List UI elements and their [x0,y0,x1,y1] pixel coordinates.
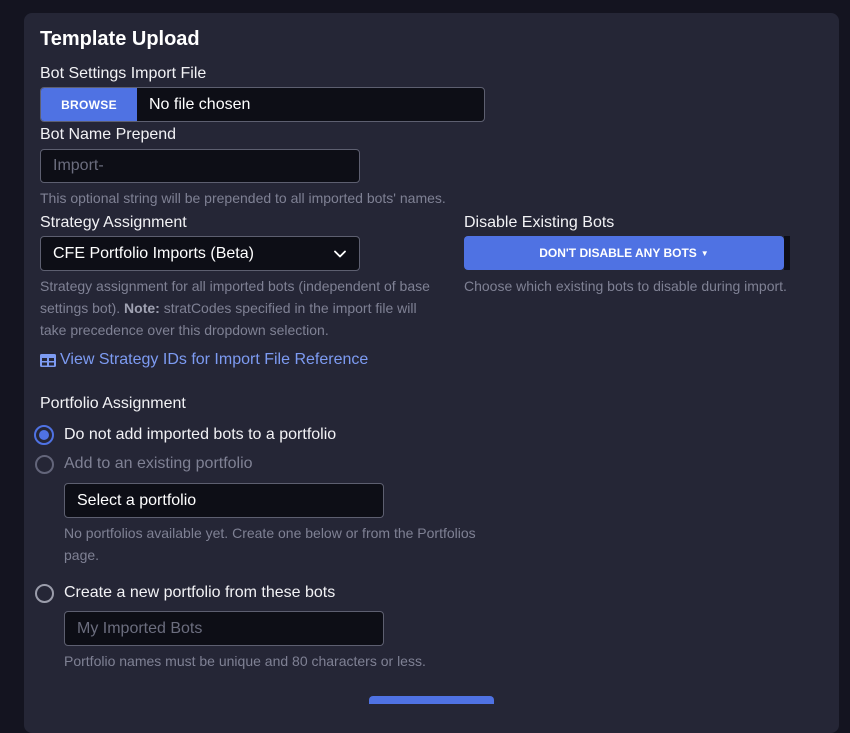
file-chosen-text: No file chosen [149,95,251,113]
portfolio-label: Portfolio Assignment [40,395,186,412]
prepend-label: Bot Name Prepend [40,126,177,143]
radio-selected-dot [39,430,49,440]
disable-button-label: DON'T DISABLE ANY BOTS [539,246,697,260]
submit-button[interactable] [369,696,494,704]
portfolio-select[interactable]: Select a portfolio [64,483,384,518]
view-strategy-ids-link[interactable]: View Strategy IDs for Import File Refere… [40,351,368,369]
new-portfolio-help: Portfolio names must be unique and 80 ch… [64,653,426,669]
strategy-help-line-3: take precedence over this dropdown selec… [40,322,329,338]
page-title: Template Upload [40,28,200,50]
new-portfolio-name-input[interactable]: My Imported Bots [64,611,384,646]
radio-existing-portfolio-label[interactable]: Add to an existing portfolio [64,455,253,473]
portfolio-select-value: Select a portfolio [77,491,197,509]
strategy-label: Strategy Assignment [40,214,187,231]
chevron-down-icon [333,247,347,261]
link-text[interactable]: View Strategy IDs for Import File Refere… [60,351,368,369]
radio-no-portfolio[interactable] [34,425,54,445]
prepend-input[interactable]: Import- [40,149,360,183]
button-edge [784,236,790,270]
new-portfolio-placeholder: My Imported Bots [77,619,203,637]
note-label: Note: [124,300,160,316]
strategy-select[interactable]: CFE Portfolio Imports (Beta) [40,236,360,271]
radio-no-portfolio-label[interactable]: Do not add imported bots to a portfolio [64,426,336,444]
file-input[interactable]: BROWSE No file chosen [40,87,485,122]
browse-button[interactable]: BROWSE [41,88,137,121]
radio-new-portfolio-label[interactable]: Create a new portfolio from these bots [64,584,335,602]
portfolio-select-help-line-1: No portfolios available yet. Create one … [64,525,476,541]
radio-existing-portfolio[interactable] [35,455,54,474]
portfolio-select-help-line-2: page. [64,547,100,563]
caret-down-icon: ▼ [700,248,709,258]
import-file-label: Bot Settings Import File [40,65,207,82]
prepend-help: This optional string will be prepended t… [40,190,446,206]
prepend-placeholder: Import- [53,157,104,174]
table-icon [40,353,56,367]
disable-help: Choose which existing bots to disable du… [464,278,787,294]
radio-new-portfolio[interactable] [35,584,54,603]
strategy-help-line-2: settings bot). Note: stratCodes specifie… [40,300,417,316]
strategy-help-line-1: Strategy assignment for all imported bot… [40,278,430,294]
portfolio-select-help: No portfolios available yet. Create one … [64,522,494,566]
disable-label: Disable Existing Bots [464,214,615,231]
strategy-selected-value: CFE Portfolio Imports (Beta) [53,244,254,262]
disable-bots-dropdown-button[interactable]: DON'T DISABLE ANY BOTS ▼ [464,236,784,270]
strategy-help: Strategy assignment for all imported bot… [40,275,450,341]
